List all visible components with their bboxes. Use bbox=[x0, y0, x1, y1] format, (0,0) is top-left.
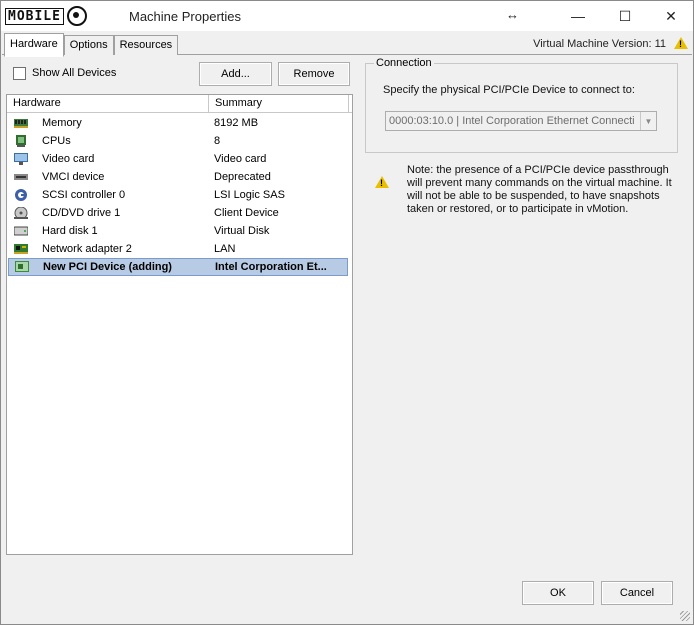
device-name: New PCI Device (adding) bbox=[43, 261, 172, 273]
device-name: CPUs bbox=[42, 135, 71, 147]
add-button[interactable]: Add... bbox=[199, 62, 272, 86]
memory-icon bbox=[14, 119, 28, 128]
device-summary: LAN bbox=[214, 243, 236, 255]
network-adapter-icon bbox=[14, 244, 28, 254]
device-summary: 8 bbox=[214, 135, 221, 147]
resize-grip-icon[interactable] bbox=[680, 611, 690, 621]
device-summary: Intel Corporation Et... bbox=[215, 261, 327, 273]
mobile01-logo: MOBILE bbox=[5, 6, 87, 26]
cancel-button[interactable]: Cancel bbox=[601, 581, 673, 605]
device-name: VMCI device bbox=[42, 171, 105, 183]
table-row-selected[interactable]: New PCI Device (adding) Intel Corporatio… bbox=[8, 258, 348, 276]
title-bar[interactable]: MOBILE Machine Properties ↔ — ☐ ✕ bbox=[1, 1, 693, 31]
hard-disk-icon bbox=[14, 226, 28, 236]
connection-label: Specify the physical PCI/PCIe Device to … bbox=[383, 84, 635, 96]
chevron-down-icon[interactable]: ▼ bbox=[640, 112, 656, 130]
maximize-button[interactable]: ☐ bbox=[602, 1, 648, 31]
resize-arrows-icon: ↔ bbox=[506, 7, 519, 22]
table-row[interactable]: Video card Video card bbox=[7, 150, 352, 168]
table-row[interactable]: Network adapter 2 LAN bbox=[7, 240, 352, 258]
scsi-icon bbox=[15, 189, 27, 201]
device-name: SCSI controller 0 bbox=[42, 189, 126, 201]
window-title: Machine Properties bbox=[129, 9, 241, 24]
device-name: Memory bbox=[42, 117, 82, 129]
pci-device-icon bbox=[15, 261, 29, 272]
pci-device-selected: 0000:03:10.0 | Intel Corporation Etherne… bbox=[389, 115, 635, 127]
device-name: CD/DVD drive 1 bbox=[42, 207, 121, 219]
table-row[interactable]: CD/DVD drive 1 Client Device bbox=[7, 204, 352, 222]
device-name: Video card bbox=[42, 153, 95, 165]
remove-button[interactable]: Remove bbox=[278, 62, 350, 86]
show-all-devices-checkbox[interactable] bbox=[13, 67, 26, 80]
tab-hardware[interactable]: Hardware bbox=[4, 33, 64, 57]
warning-icon: ! bbox=[674, 37, 688, 49]
monitor-icon bbox=[14, 153, 28, 165]
connection-legend: Connection bbox=[374, 57, 434, 69]
column-header-summary[interactable]: Summary bbox=[209, 95, 349, 112]
minimize-button[interactable]: — bbox=[555, 1, 601, 31]
vm-properties-window: MOBILE Machine Properties ↔ — ☐ ✕ Hardwa… bbox=[0, 0, 694, 625]
connection-group: Connection Specify the physical PCI/PCIe… bbox=[365, 57, 678, 153]
device-summary: LSI Logic SAS bbox=[214, 189, 285, 201]
table-row[interactable]: VMCI device Deprecated bbox=[7, 168, 352, 186]
cd-drive-icon bbox=[14, 207, 28, 219]
show-all-devices-label: Show All Devices bbox=[32, 67, 117, 79]
close-button[interactable]: ✕ bbox=[648, 1, 694, 31]
device-summary: Deprecated bbox=[214, 171, 271, 183]
tab-strip: Hardware Options Resources bbox=[4, 33, 179, 57]
device-name: Hard disk 1 bbox=[42, 225, 98, 237]
logo-text: MOBILE bbox=[5, 7, 64, 25]
column-header-hardware[interactable]: Hardware bbox=[7, 95, 209, 112]
note-warning-icon: ! bbox=[375, 176, 389, 188]
tab-resources[interactable]: Resources bbox=[113, 35, 179, 55]
device-summary: Video card bbox=[214, 153, 267, 165]
device-name: Network adapter 2 bbox=[42, 243, 132, 255]
vmci-icon bbox=[14, 174, 28, 180]
table-row[interactable]: Memory 8192 MB bbox=[7, 114, 352, 132]
list-header: Hardware Summary bbox=[7, 95, 352, 113]
table-row[interactable]: SCSI controller 0 LSI Logic SAS bbox=[7, 186, 352, 204]
logo-eye-icon bbox=[66, 6, 87, 26]
hardware-list[interactable]: Hardware Summary Memory 8192 MB CPUs 8 V… bbox=[6, 94, 353, 555]
ok-button[interactable]: OK bbox=[522, 581, 594, 605]
pci-device-dropdown[interactable]: 0000:03:10.0 | Intel Corporation Etherne… bbox=[385, 111, 657, 131]
device-summary: Virtual Disk bbox=[214, 225, 270, 237]
device-summary: Client Device bbox=[214, 207, 279, 219]
passthrough-note: Note: the presence of a PCI/PCIe device … bbox=[407, 164, 672, 215]
vm-version-label: Virtual Machine Version: 11 bbox=[533, 38, 666, 50]
device-summary: 8192 MB bbox=[214, 117, 259, 129]
tab-options[interactable]: Options bbox=[63, 35, 114, 55]
table-row[interactable]: Hard disk 1 Virtual Disk bbox=[7, 222, 352, 240]
table-row[interactable]: CPUs 8 bbox=[7, 132, 352, 150]
cpu-icon bbox=[16, 135, 26, 147]
